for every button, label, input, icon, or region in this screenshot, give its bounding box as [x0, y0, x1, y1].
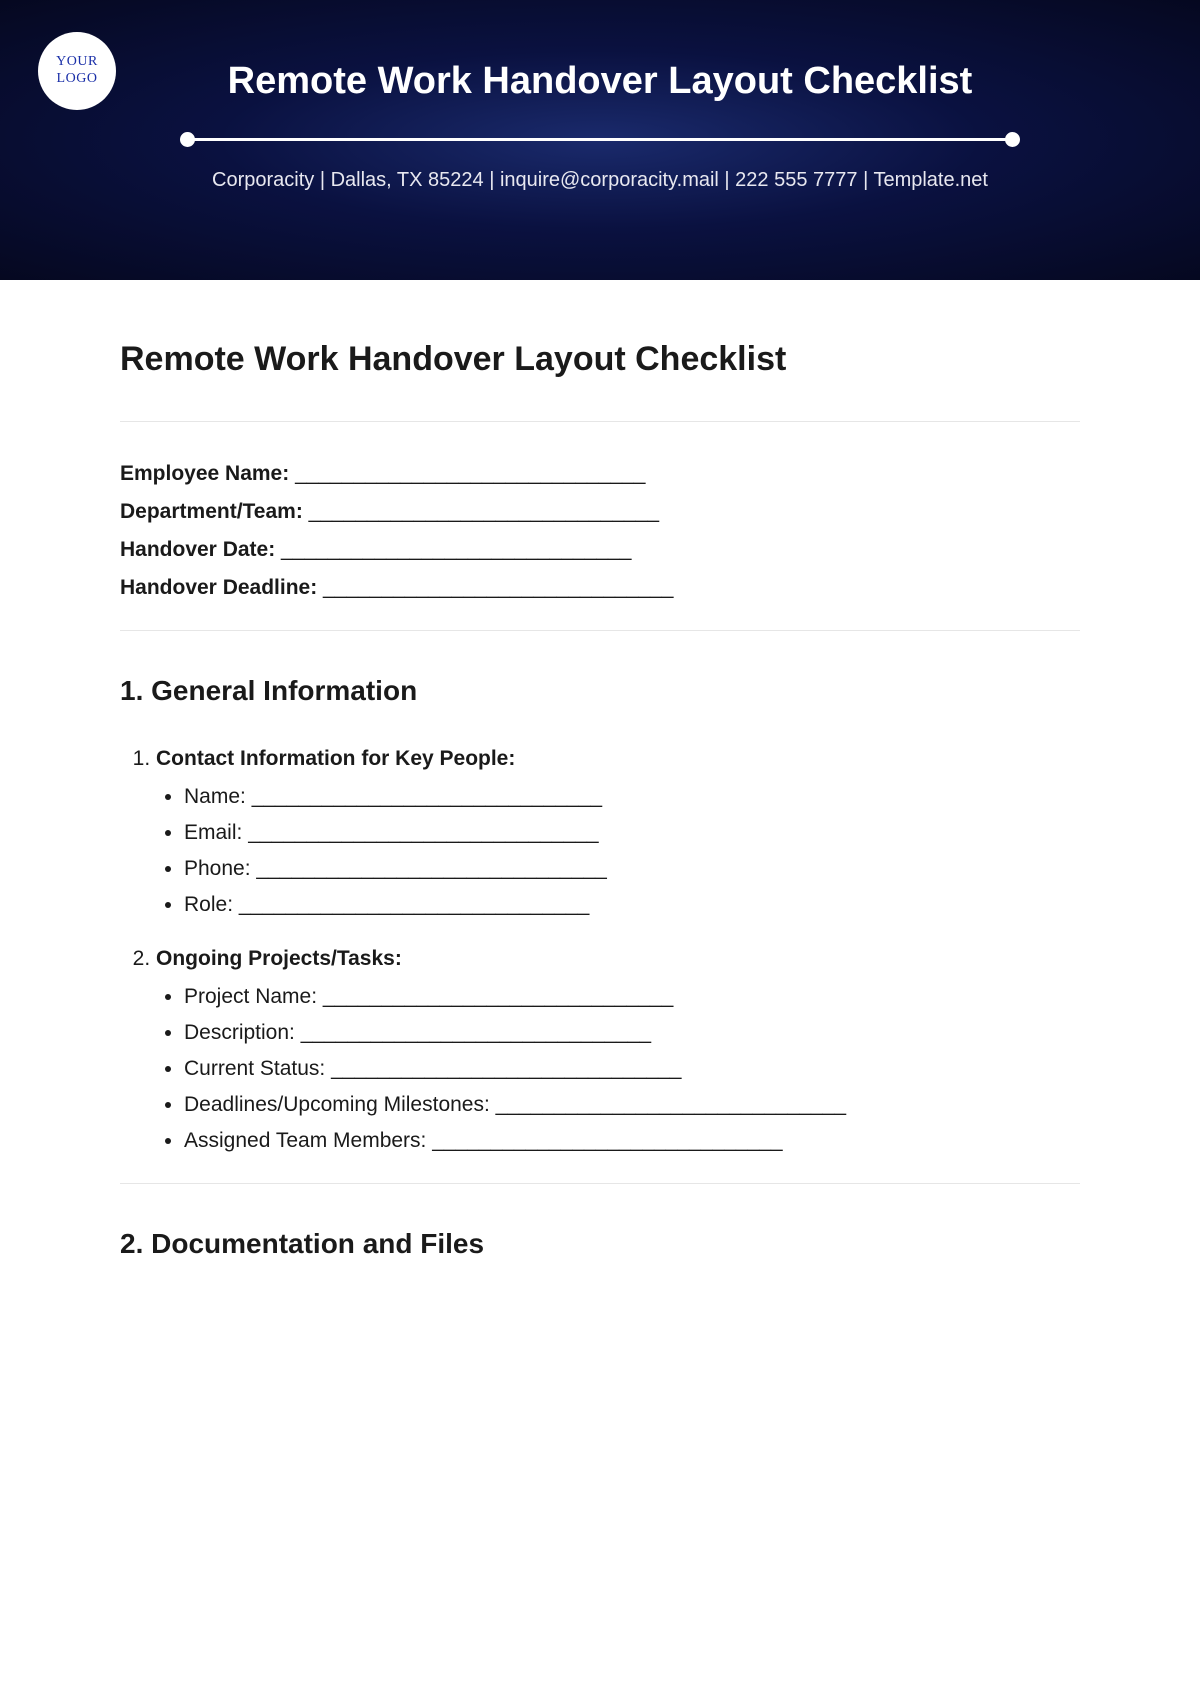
- sub-item: Project Name: __________________________…: [184, 985, 1080, 1009]
- meta-handover-date: Handover Date: _________________________…: [120, 538, 1080, 562]
- sub-item: Role: ______________________________: [184, 893, 1080, 917]
- meta-employee-name: Employee Name: _________________________…: [120, 462, 1080, 486]
- sub-list: Name: ______________________________ Ema…: [156, 785, 1080, 917]
- sub-item: Email: ______________________________: [184, 821, 1080, 845]
- sub-list: Project Name: __________________________…: [156, 985, 1080, 1153]
- section-1-list: Contact Information for Key People: Name…: [120, 747, 1080, 1153]
- logo-text-1: YOUR: [56, 54, 98, 69]
- sub-item: Phone: ______________________________: [184, 857, 1080, 881]
- document-body: Remote Work Handover Layout Checklist Em…: [0, 280, 1200, 1260]
- header-title: Remote Work Handover Layout Checklist: [0, 60, 1200, 103]
- meta-fields: Employee Name: _________________________…: [120, 462, 1080, 600]
- sub-item: Current Status: ________________________…: [184, 1057, 1080, 1081]
- sub-item: Description: ___________________________…: [184, 1021, 1080, 1045]
- section-2-title: 2. Documentation and Files: [120, 1228, 1080, 1260]
- section-1-title: 1. General Information: [120, 675, 1080, 707]
- rule-1: [120, 421, 1080, 422]
- rule-3: [120, 1183, 1080, 1184]
- divider-dot-right: [1005, 132, 1020, 147]
- header-subtitle: Corporacity | Dallas, TX 85224 | inquire…: [0, 169, 1200, 192]
- divider-dot-left: [180, 132, 195, 147]
- list-item: Ongoing Projects/Tasks: Project Name: __…: [156, 947, 1080, 1153]
- meta-handover-deadline: Handover Deadline: _____________________…: [120, 576, 1080, 600]
- sub-item: Assigned Team Members: _________________…: [184, 1129, 1080, 1153]
- rule-2: [120, 630, 1080, 631]
- document-page: YOUR LOGO Remote Work Handover Layout Ch…: [0, 0, 1200, 1696]
- document-title: Remote Work Handover Layout Checklist: [120, 340, 1080, 379]
- header-banner: YOUR LOGO Remote Work Handover Layout Ch…: [0, 0, 1200, 280]
- sub-item: Deadlines/Upcoming Milestones: _________…: [184, 1093, 1080, 1117]
- logo-placeholder: YOUR LOGO: [38, 32, 116, 110]
- sub-item: Name: ______________________________: [184, 785, 1080, 809]
- logo-text-2: LOGO: [57, 71, 98, 86]
- header-divider: [180, 131, 1020, 147]
- item-head: Ongoing Projects/Tasks:: [156, 947, 402, 970]
- item-head: Contact Information for Key People:: [156, 747, 515, 770]
- meta-department: Department/Team: _______________________…: [120, 500, 1080, 524]
- list-item: Contact Information for Key People: Name…: [156, 747, 1080, 917]
